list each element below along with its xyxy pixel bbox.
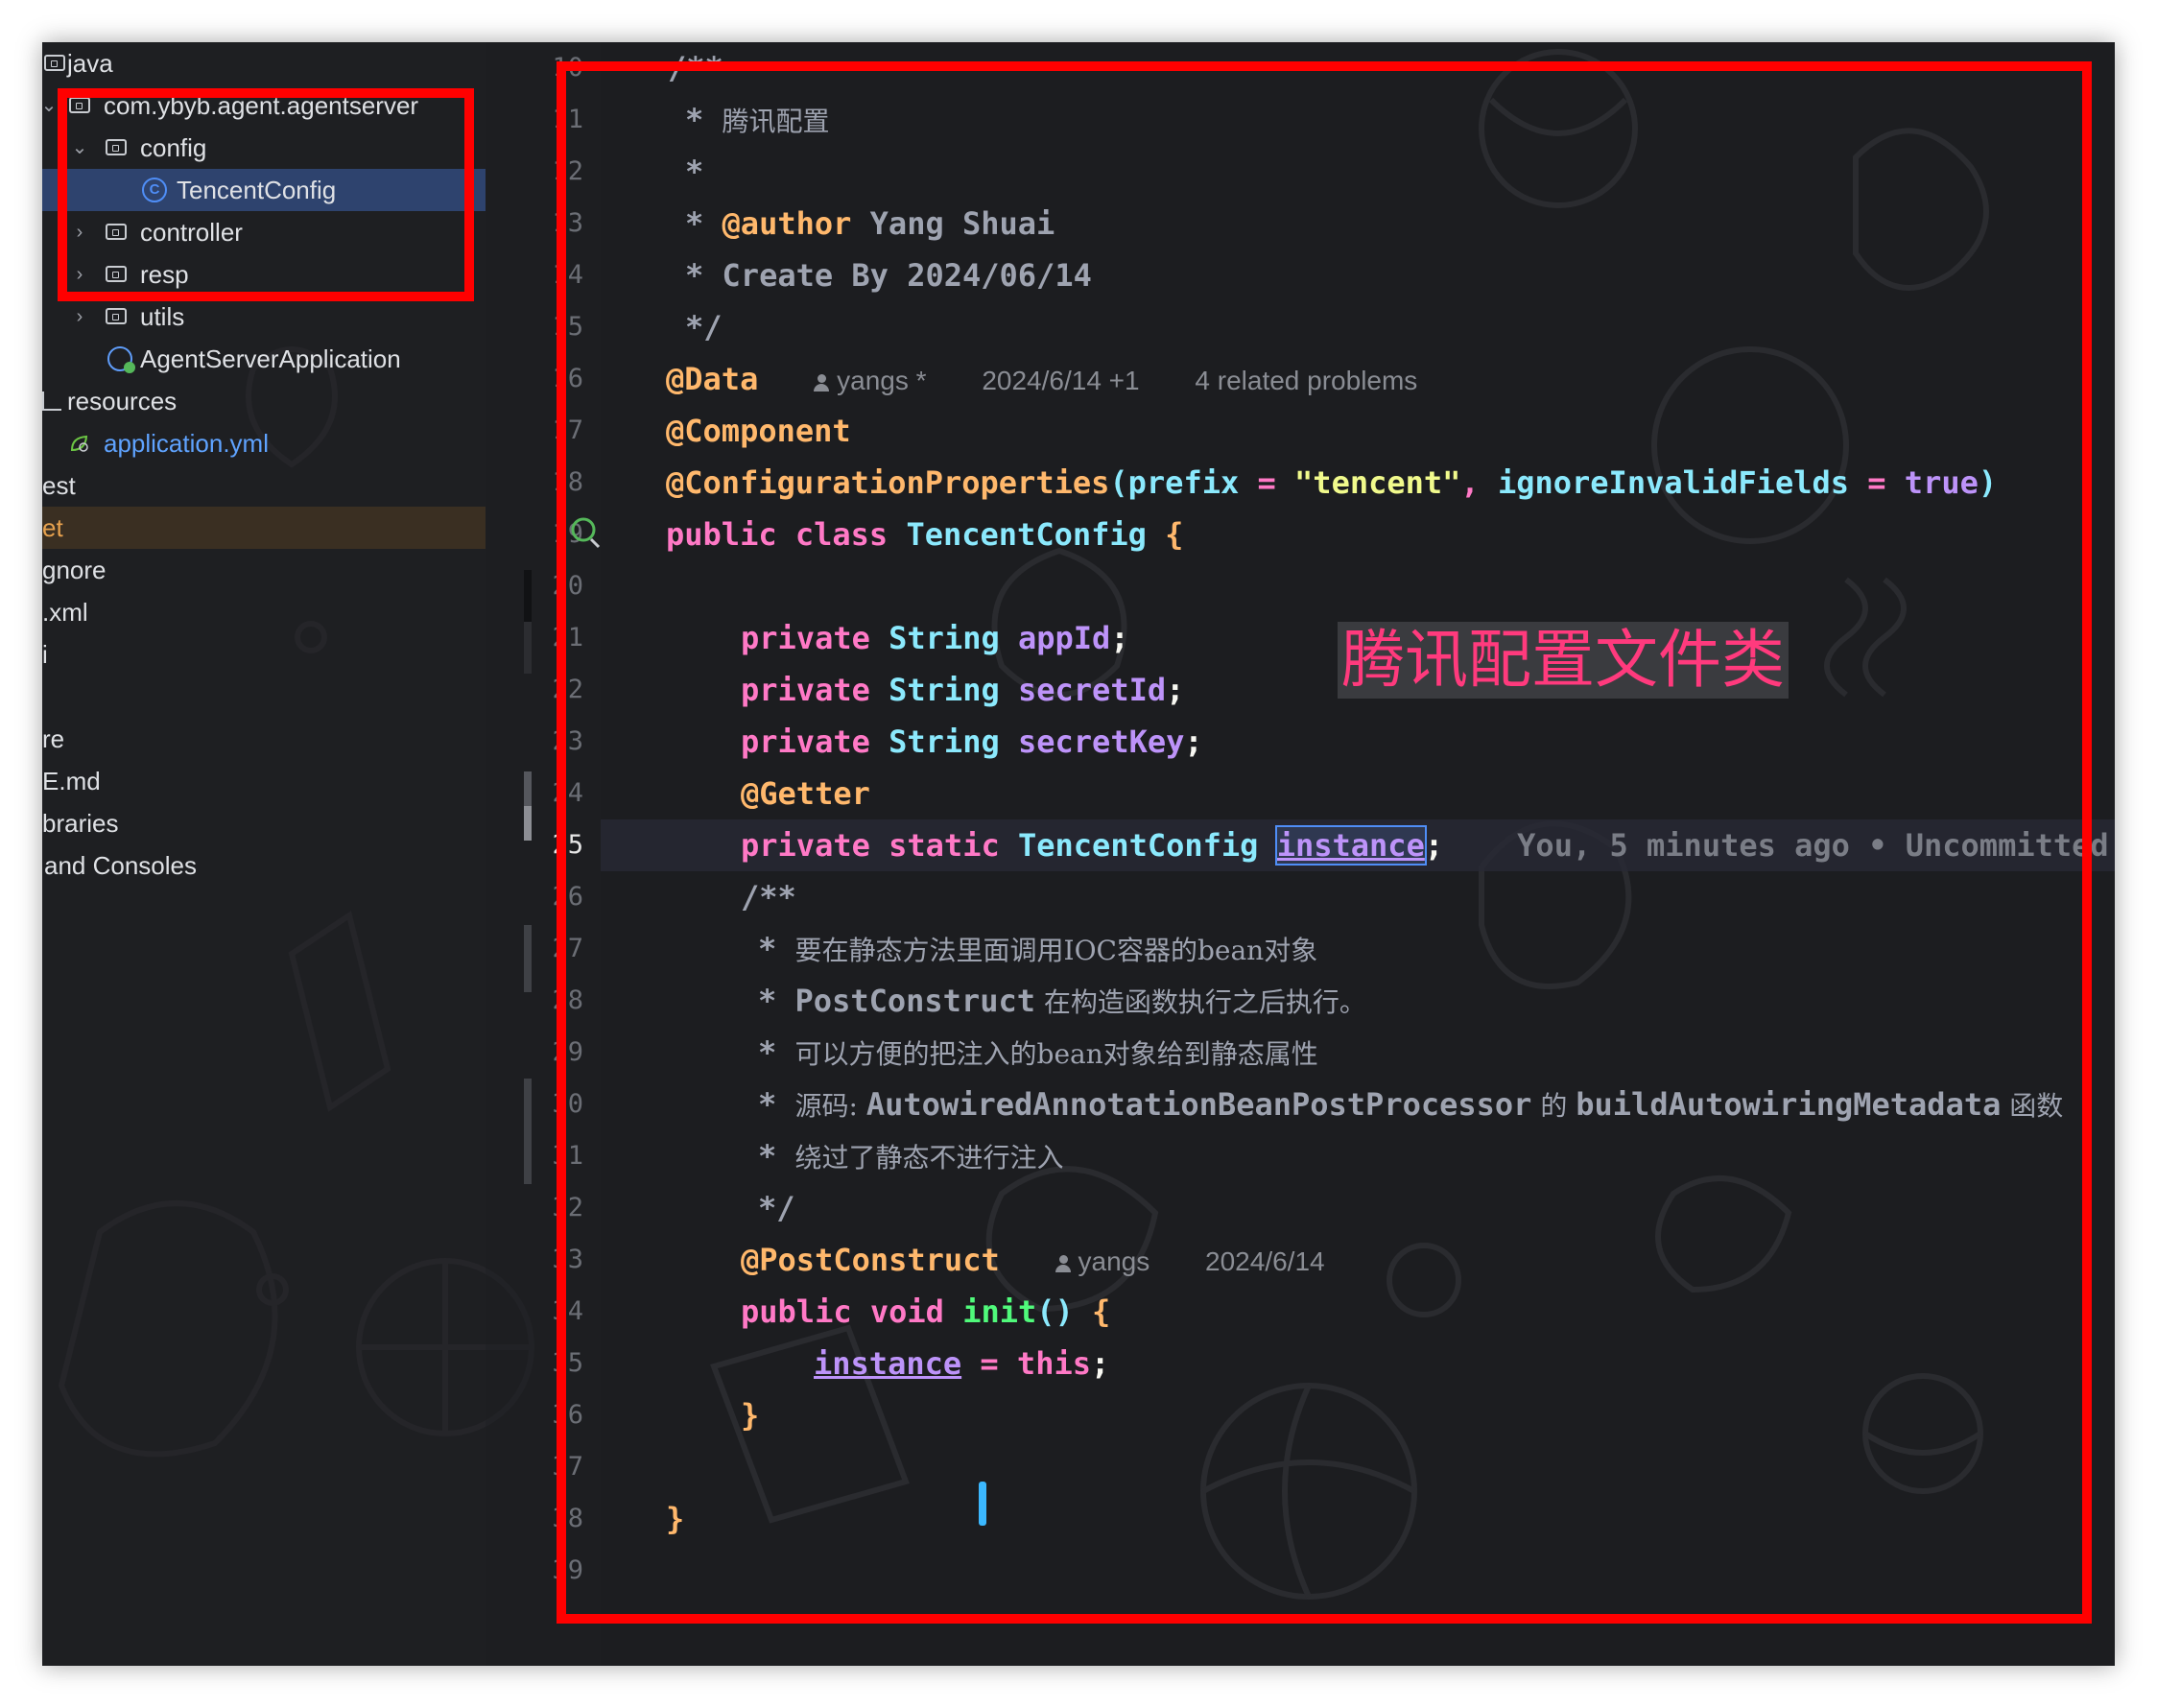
tree-item-label: gnore (42, 556, 107, 584)
tree-item-truncated[interactable]: gnore (42, 549, 486, 591)
tree-item-label: et (42, 513, 63, 542)
spring-app-icon (107, 346, 135, 373)
tree-item-label: .xml (42, 598, 88, 627)
tree-item-label: application.yml (104, 429, 269, 458)
tree-item-label: E.md (42, 767, 101, 795)
tree-item-label: est (42, 471, 76, 500)
tree-item-label: utils (140, 302, 185, 331)
tree-item-label: i (42, 640, 48, 669)
tree-item-external-libraries[interactable]: braries (42, 802, 486, 844)
tree-item-agentserverapplication[interactable]: AgentServerApplication (42, 338, 486, 380)
highlight-box-tree (58, 88, 474, 301)
tree-item-java[interactable]: java (42, 42, 486, 84)
yaml-file-icon (70, 435, 88, 452)
tree-item-truncated[interactable]: E.md (42, 760, 486, 802)
tree-item-resources[interactable]: resources (42, 380, 486, 422)
tree-item-label: braries (42, 809, 119, 838)
tree-item-label: resources (67, 387, 178, 415)
tree-item-label: AgentServerApplication (140, 344, 401, 373)
folder-icon (106, 308, 127, 324)
tree-item-utils[interactable]: › utils (42, 296, 486, 338)
tree-item-application-yml[interactable]: application.yml (42, 422, 486, 464)
tree-item-truncated[interactable]: i (42, 633, 486, 676)
tree-item-truncated[interactable]: .xml (42, 591, 486, 633)
ide-window: java ⌄ com.ybyb.agent.agentserver ⌄ conf… (42, 42, 2115, 1666)
chevron-right-icon[interactable]: › (67, 296, 92, 338)
resources-folder-icon (42, 391, 61, 411)
tree-item-truncated[interactable]: est (42, 464, 486, 507)
highlight-box-code (557, 61, 2092, 1624)
tree-item-label: re (42, 724, 65, 753)
tree-item-label: and Consoles (44, 851, 197, 880)
tree-item-truncated[interactable]: et (42, 507, 486, 549)
folder-icon (44, 55, 65, 71)
tree-item-label: java (67, 49, 113, 78)
tree-item-truncated[interactable]: re (42, 718, 486, 760)
tree-item-scratches-and-consoles[interactable]: and Consoles (42, 844, 486, 887)
